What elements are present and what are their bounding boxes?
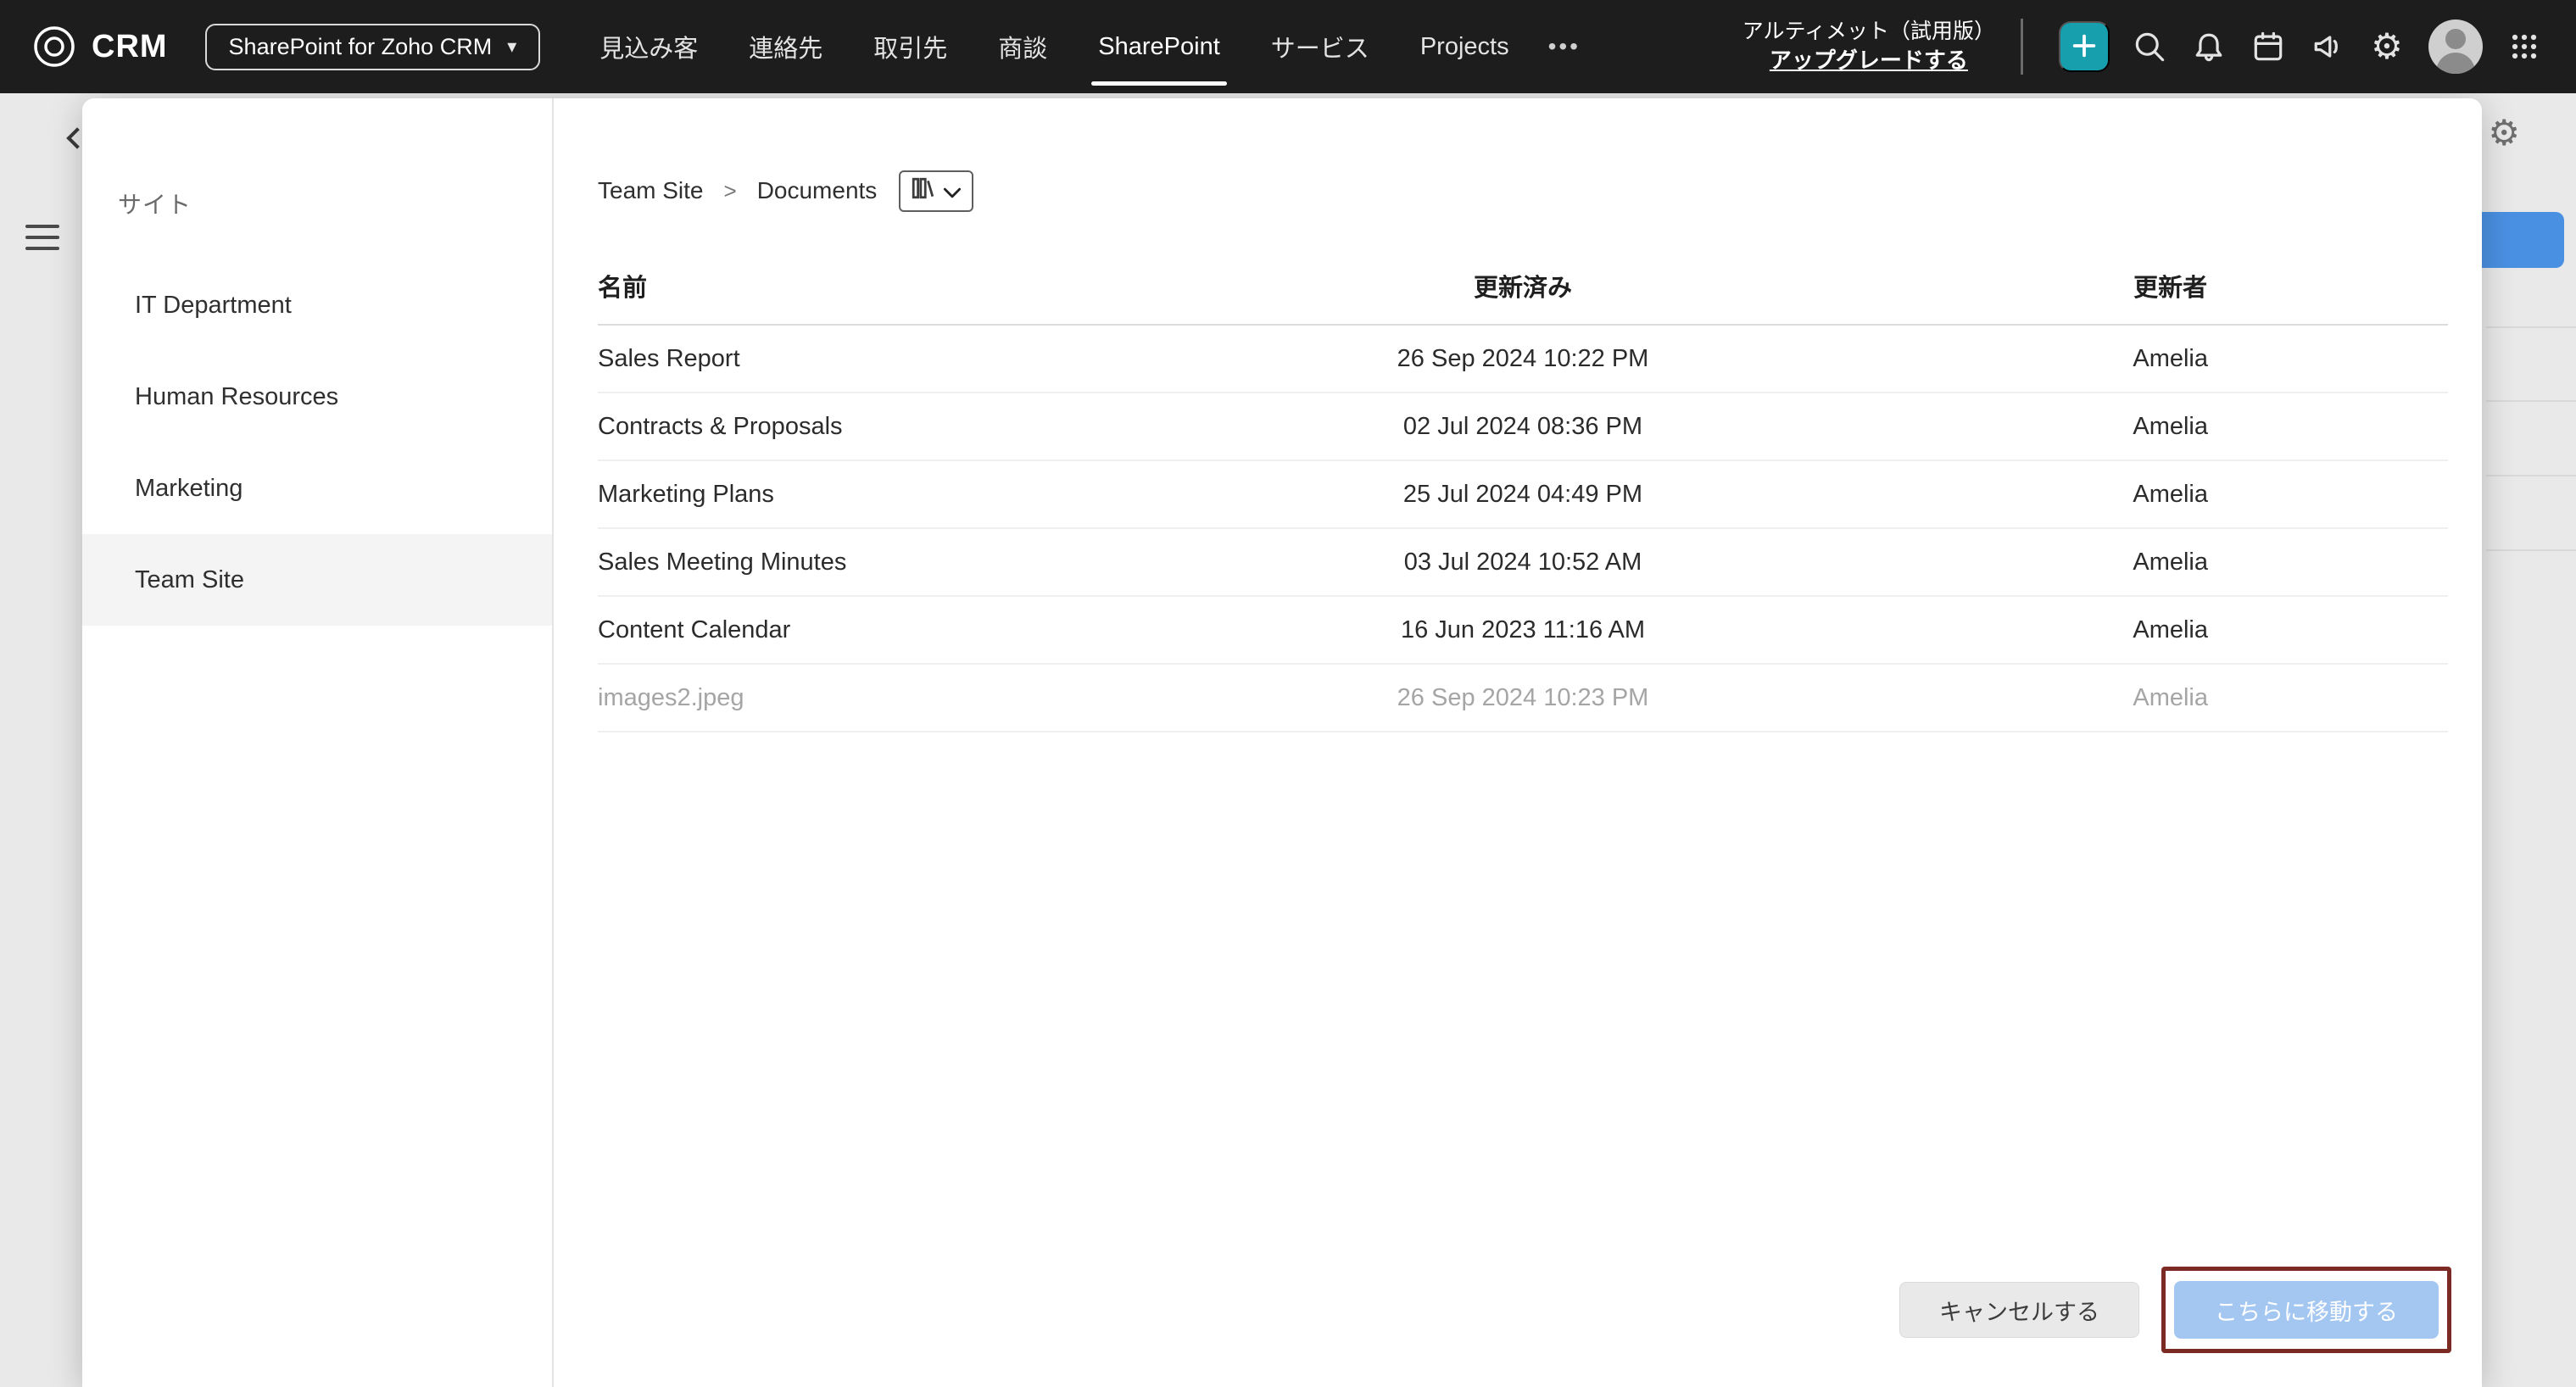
create-button[interactable] [2059,21,2110,72]
table-row[interactable]: Marketing Plans 25 Jul 2024 04:49 PM Ame… [598,461,2448,529]
page-settings-gear-icon[interactable]: ⚙ [2488,115,2520,151]
sidebar-item-marketing[interactable]: Marketing [82,443,552,534]
gear-icon[interactable]: ⚙ [2365,25,2409,69]
tab-leads[interactable]: 見込み客 [574,0,723,93]
table-row[interactable]: Content Calendar 16 Jun 2023 11:16 AM Am… [598,597,2448,665]
doc-modified-by: Amelia [1893,684,2448,712]
megaphone-icon[interactable] [2306,25,2350,69]
sidebar-item-human-resources[interactable]: Human Resources [82,351,552,443]
table-row[interactable]: Sales Meeting Minutes 03 Jul 2024 10:52 … [598,529,2448,597]
tab-deals[interactable]: 商談 [973,0,1073,93]
doc-modified-by: Amelia [1893,616,2448,644]
header-modified: 更新済み [1153,268,1893,304]
underlying-row-divider [2486,549,2576,551]
doc-name: Marketing Plans [598,481,1153,509]
library-icon [911,176,934,206]
doc-modified-by: Amelia [1893,549,2448,577]
main-nav: 見込み客 連絡先 取引先 商談 SharePoint サービス Projects… [574,0,1594,93]
avatar-head-shape [2445,29,2466,49]
breadcrumb: Team Site > Documents [598,170,2448,212]
table-body: Sales Report 26 Sep 2024 10:22 PM Amelia… [598,326,2448,732]
cancel-button[interactable]: キャンセルする [1899,1282,2139,1338]
doc-name: Content Calendar [598,616,1153,644]
doc-modified-by: Amelia [1893,413,2448,441]
chevron-down-icon [943,177,962,204]
tab-services[interactable]: サービス [1246,0,1395,93]
sites-sidebar: サイト IT Department Human Resources Market… [82,98,554,1387]
doc-name: Sales Meeting Minutes [598,549,1153,577]
search-icon[interactable] [2127,25,2172,69]
doc-modified: 16 Jun 2023 11:16 AM [1153,616,1893,644]
table-header-row: 名前 更新済み 更新者 [598,248,2448,326]
header-name: 名前 [598,268,1153,304]
header-modified-by: 更新者 [1893,268,2448,304]
topbar-right: アルティメット（試用版） アップグレードする [1742,18,2554,76]
doc-modified: 26 Sep 2024 10:23 PM [1153,684,1893,712]
app-selector-label: SharePoint for Zoho CRM [229,34,493,60]
chevron-down-icon: ▾ [507,36,516,58]
calendar-icon[interactable] [2246,25,2290,69]
table-row[interactable]: Contracts & Proposals 02 Jul 2024 08:36 … [598,393,2448,461]
documents-table: 名前 更新済み 更新者 Sales Report 26 Sep 2024 10:… [598,248,2448,732]
breadcrumb-current[interactable]: Documents [757,177,878,204]
move-here-button[interactable]: こちらに移動する [2174,1281,2439,1339]
tab-sharepoint[interactable]: SharePoint [1073,0,1246,93]
sidebar-item-team-site[interactable]: Team Site [82,534,552,626]
doc-modified: 02 Jul 2024 08:36 PM [1153,413,1893,441]
bell-icon[interactable] [2187,25,2231,69]
sharepoint-picker-modal: サイト IT Department Human Resources Market… [82,98,2482,1387]
sidebar-title: サイト [118,187,552,220]
modal-footer: キャンセルする こちらに移動する [1899,1267,2451,1353]
sidebar-item-it-department[interactable]: IT Department [82,259,552,351]
upgrade-link[interactable]: アップグレードする [1742,46,1995,75]
documents-panel: Team Site > Documents [554,98,2482,1387]
user-avatar[interactable] [2428,19,2483,74]
tab-projects[interactable]: Projects [1395,0,1535,93]
underlying-row-divider [2486,400,2576,402]
topbar-divider [2021,19,2023,75]
breadcrumb-root[interactable]: Team Site [598,177,704,204]
library-switcher-dropdown[interactable] [899,170,973,212]
table-row-disabled: images2.jpeg 26 Sep 2024 10:23 PM Amelia [598,665,2448,732]
zoho-logo-icon[interactable] [32,25,76,69]
avatar-shoulders-shape [2436,53,2475,74]
tab-contacts[interactable]: 連絡先 [723,0,848,93]
doc-modified-by: Amelia [1893,345,2448,373]
apps-grid-icon[interactable] [2502,25,2546,69]
plan-name-label: アルティメット（試用版） [1742,19,1995,43]
annotation-highlight-box: こちらに移動する [2161,1267,2451,1353]
table-row[interactable]: Sales Report 26 Sep 2024 10:22 PM Amelia [598,326,2448,393]
plan-info: アルティメット（試用版） アップグレードする [1742,18,1995,76]
tab-accounts[interactable]: 取引先 [848,0,973,93]
doc-modified: 25 Jul 2024 04:49 PM [1153,481,1893,509]
topbar: CRM SharePoint for Zoho CRM ▾ 見込み客 連絡先 取… [0,0,2576,93]
doc-name: Sales Report [598,345,1153,373]
doc-name: images2.jpeg [598,684,1153,712]
more-tabs-icon[interactable]: ••• [1535,33,1594,60]
underlying-row-divider [2486,326,2576,328]
doc-modified-by: Amelia [1893,481,2448,509]
screen: CRM SharePoint for Zoho CRM ▾ 見込み客 連絡先 取… [0,0,2576,1387]
doc-name: Contracts & Proposals [598,413,1153,441]
doc-modified: 03 Jul 2024 10:52 AM [1153,549,1893,577]
doc-modified: 26 Sep 2024 10:22 PM [1153,345,1893,373]
hamburger-menu-icon[interactable] [25,217,59,258]
brand-title: CRM [92,29,168,65]
breadcrumb-separator: > [724,178,737,204]
plus-icon [2070,31,2099,63]
underlying-row-divider [2486,475,2576,476]
app-selector-dropdown[interactable]: SharePoint for Zoho CRM ▾ [205,24,541,70]
